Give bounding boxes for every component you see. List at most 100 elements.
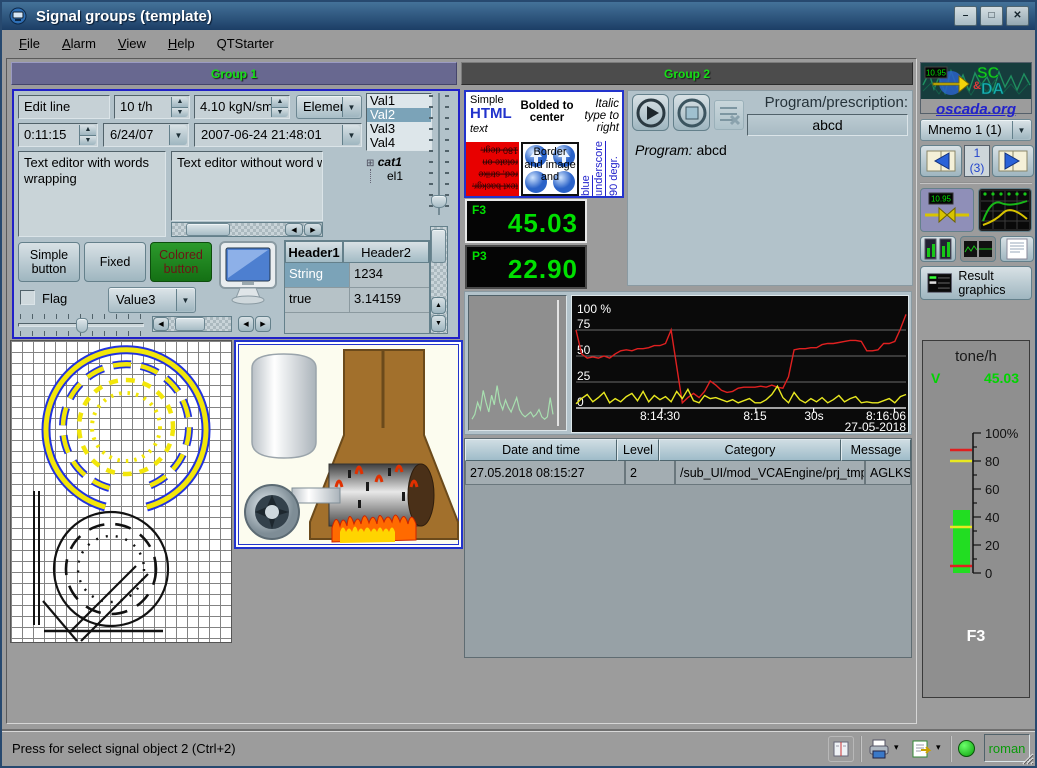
scroll-left-icon[interactable]: ◀	[153, 317, 169, 331]
flag-checkbox[interactable]	[20, 290, 35, 305]
combo-arrow-icon[interactable]: ▼	[342, 97, 360, 117]
maximize-button[interactable]: □	[980, 6, 1003, 26]
export-dropdown-icon[interactable]: ▾	[936, 742, 941, 753]
data-table[interactable]: Header1 Header2 String 1234 true 3.14159	[284, 240, 430, 334]
spin-up-icon[interactable]: ▲	[272, 97, 288, 108]
menu-alarm[interactable]: Alarm	[53, 33, 105, 54]
list-item-selected[interactable]: Val2	[367, 108, 431, 122]
list-item[interactable]: Val1	[367, 94, 431, 108]
datetime-combobox[interactable]: 2007-06-24 21:48:01 ▼	[194, 123, 362, 147]
messages-header[interactable]: Category	[659, 439, 841, 461]
values-listbox[interactable]: Val1 Val2 Val3 Val4	[366, 93, 432, 151]
scrollbar-thumb[interactable]	[175, 317, 205, 331]
result-graphics-button[interactable]: Result graphics	[920, 266, 1032, 300]
element-viewer[interactable]	[468, 295, 567, 431]
table-header[interactable]: Header2	[343, 241, 429, 263]
tree-widget[interactable]: ⊞ cat1 el1	[366, 155, 432, 203]
doc-button[interactable]	[828, 736, 854, 762]
combo-arrow-icon[interactable]: ▼	[176, 289, 194, 311]
close-button[interactable]: ✕	[1006, 6, 1029, 26]
mnemo-chart-button[interactable]	[978, 188, 1032, 232]
messages-table[interactable]: Date and time Level Category Message 27.…	[464, 438, 912, 658]
scroll-right-icon[interactable]: ▶	[255, 316, 271, 332]
tree-node-el1[interactable]: el1	[387, 169, 403, 183]
time-spinbox[interactable]: 0:11:15 ▲▼	[18, 123, 98, 147]
fixed-button[interactable]: Fixed	[84, 242, 146, 282]
table-cell[interactable]: true	[285, 288, 350, 312]
spin-up-icon[interactable]: ▲	[172, 97, 188, 108]
trend-chart[interactable]: 100 % 75 50 25 0 8:14:30 8:15 30s 8:16:0…	[571, 295, 909, 433]
scroll-left-icon[interactable]: ◀	[285, 223, 303, 236]
document-button[interactable]	[1000, 236, 1034, 262]
date-combobox[interactable]: 6/24/07 ▼	[103, 123, 189, 147]
list-item[interactable]: Val3	[367, 122, 431, 136]
bar-indicators-button[interactable]	[920, 236, 956, 262]
monitor-icon[interactable]	[216, 240, 280, 308]
tab-group1[interactable]: Group 1	[11, 62, 457, 85]
table-cell[interactable]: 3.14159	[350, 288, 429, 312]
menu-help[interactable]: Help	[159, 33, 204, 54]
slider-handle[interactable]	[431, 195, 447, 208]
messages-header[interactable]: Date and time	[465, 439, 617, 461]
print-button[interactable]	[866, 736, 892, 762]
horizontal-slider[interactable]	[18, 314, 144, 336]
menu-qtstarter[interactable]: QTStarter	[208, 33, 283, 54]
menu-view[interactable]: View	[109, 33, 155, 54]
resize-grip[interactable]	[1020, 751, 1034, 765]
colored-button[interactable]: Colored button	[150, 242, 212, 282]
mnemo-valve-button[interactable]: 10.95	[920, 188, 974, 232]
edit-line-field[interactable]: Edit line	[18, 95, 110, 119]
scroll-right-icon[interactable]: ▶	[304, 223, 322, 236]
export-button[interactable]	[908, 736, 934, 762]
text-editor-nowrap[interactable]: Text editor without word wrap	[171, 151, 323, 221]
simple-button[interactable]: Simple button	[18, 242, 80, 282]
table-header[interactable]: Header1	[285, 241, 343, 263]
pressure-spinbox[interactable]: 4.10 kgN/sm2 ▲▼	[194, 95, 290, 119]
editor-hscrollbar[interactable]: ◀ ▶	[171, 222, 323, 237]
scroll-up-icon[interactable]: ▲	[431, 297, 446, 314]
play-button[interactable]	[632, 94, 669, 131]
table-cell-selected[interactable]: String	[285, 263, 350, 287]
element-combobox[interactable]: Element ▼	[296, 95, 362, 119]
vertical-scrollbar[interactable]: ▲ ▼	[430, 226, 448, 334]
spin-down-icon[interactable]: ▼	[172, 108, 188, 118]
tree-node-cat1[interactable]: cat1	[378, 155, 402, 169]
mnemo-combobox[interactable]: Mnemo 1 (1) ▼	[920, 119, 1032, 141]
titlebar[interactable]: Signal groups (template) – □ ✕	[2, 2, 1035, 30]
list-item[interactable]: Val4	[367, 136, 431, 150]
display-P3[interactable]: P3 22.90	[465, 245, 587, 289]
vertical-slider[interactable]	[429, 93, 449, 215]
spin-down-icon[interactable]: ▼	[80, 136, 96, 146]
print-dropdown-icon[interactable]: ▾	[894, 742, 899, 753]
messages-header[interactable]: Level	[617, 439, 659, 461]
mini-trends-button[interactable]	[960, 236, 996, 262]
value3-combobox[interactable]: Value3 ▼	[108, 287, 196, 313]
stop-button[interactable]	[673, 94, 710, 131]
spin-down-icon[interactable]: ▼	[272, 108, 288, 118]
display-F3[interactable]: F3 45.03	[465, 199, 587, 243]
scrollbar-thumb[interactable]	[186, 223, 230, 236]
tab-group2[interactable]: Group 2	[461, 62, 913, 85]
combo-arrow-icon[interactable]: ▼	[169, 125, 187, 145]
spin-up-icon[interactable]: ▲	[80, 125, 96, 136]
combo-arrow-icon[interactable]: ▼	[342, 125, 360, 145]
flow-spinbox[interactable]: 10 t/h ▲▼	[114, 95, 190, 119]
messages-header[interactable]: Message	[841, 439, 911, 461]
slider-handle[interactable]	[76, 318, 88, 333]
prev-page-button[interactable]	[920, 145, 962, 177]
status-led[interactable]	[958, 740, 975, 757]
scrollbar-thumb[interactable]	[431, 229, 446, 263]
oscada-site-link[interactable]: oscada.org	[921, 102, 1031, 117]
minimize-button[interactable]: –	[954, 6, 977, 26]
tree-expand-icon[interactable]: ⊞	[366, 158, 374, 169]
messages-row[interactable]: 27.05.2018 08:15:27 2 /sub_UI/mod_VCAEng…	[465, 461, 911, 485]
scroll-down-icon[interactable]: ▼	[431, 315, 446, 332]
prescription-field[interactable]: abcd	[747, 114, 908, 136]
menu-file[interactable]: File	[10, 33, 49, 54]
prescription-list-button[interactable]	[714, 100, 744, 130]
next-page-button[interactable]	[992, 145, 1034, 177]
combo-arrow-icon[interactable]: ▼	[1012, 121, 1030, 139]
horizontal-scrollbar[interactable]: ◀	[152, 316, 232, 332]
scroll-left-icon[interactable]: ◀	[238, 316, 254, 332]
text-editor-wrapping[interactable]: Text editor with words wrapping	[18, 151, 166, 237]
